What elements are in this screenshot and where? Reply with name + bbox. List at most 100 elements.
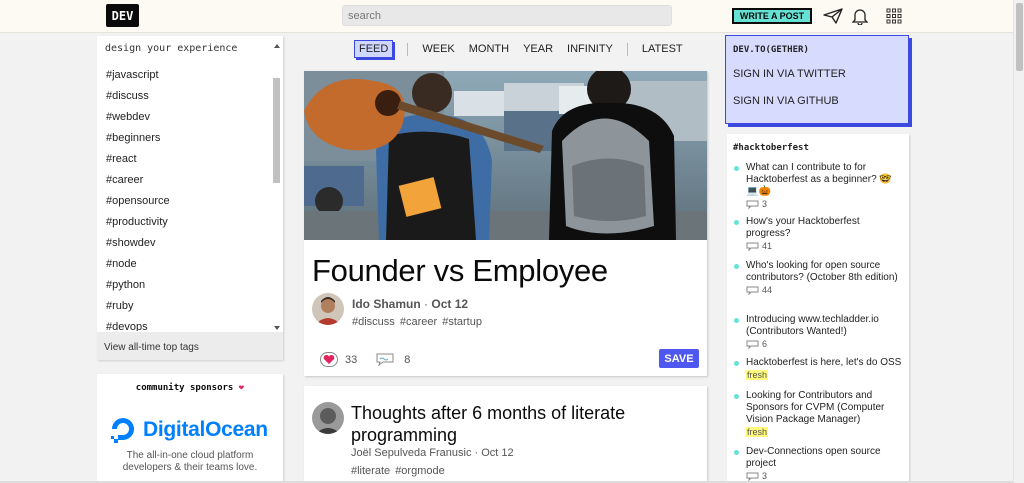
comment-icon <box>746 242 759 251</box>
sponsors-title: community sponsors ❤ <box>135 383 245 393</box>
author-avatar[interactable] <box>312 293 344 325</box>
tags-list: #javascript #discuss #webdev #beginners … <box>97 65 271 331</box>
nav-divider <box>626 42 628 56</box>
list-item[interactable]: Looking for Contributors and Sponsors fo… <box>734 390 902 437</box>
sponsor-name: DigitalOcean <box>143 418 268 441</box>
article-cover-image[interactable] <box>304 71 707 240</box>
list-item[interactable]: How's your Hacktoberfest progress? 41 <box>734 216 902 251</box>
tab-latest[interactable]: LATEST <box>642 43 683 55</box>
tag-item[interactable]: #discuss <box>97 86 271 107</box>
dev-logo[interactable]: DEV <box>106 4 139 27</box>
heart-icon: ❤ <box>238 383 245 393</box>
sponsor-description: The all-in-one cloud platform developers… <box>122 450 258 473</box>
signin-panel: DEV.TO(GETHER) SIGN IN VIA TWITTER SIGN … <box>725 35 909 124</box>
page-scrollbar-thumb[interactable] <box>1016 3 1023 71</box>
view-all-tags-link[interactable]: View all-time top tags <box>97 332 283 360</box>
bell-icon[interactable] <box>850 7 870 25</box>
list-item[interactable]: Dev-Connections open source project 3 <box>734 446 902 481</box>
heart-reaction-icon[interactable] <box>320 352 338 367</box>
list-item-title[interactable]: What can I contribute to for Hacktoberfe… <box>746 162 902 198</box>
bullet-dot <box>734 450 739 455</box>
tab-month[interactable]: MONTH <box>469 43 509 55</box>
article-date: Oct 12 <box>481 447 514 459</box>
hacktoberfest-title[interactable]: #hacktoberfest <box>733 143 809 153</box>
top-navbar: DEV WRITE A POST <box>0 0 1013 33</box>
comment-count: 8 <box>404 353 411 366</box>
bullet-dot <box>734 394 739 399</box>
list-item-title[interactable]: Dev-Connections open source project <box>746 446 902 470</box>
bullet-dot <box>734 318 739 323</box>
tab-feed[interactable]: FEED <box>354 40 394 58</box>
article-tags[interactable]: #literate #orgmode <box>351 465 445 477</box>
save-button[interactable]: SAVE <box>659 349 699 368</box>
article-reactions: 33 8 <box>320 352 410 367</box>
list-item-title[interactable]: Hacktoberfest is here, let's do OSS <box>746 357 902 369</box>
write-post-button[interactable]: WRITE A POST <box>732 8 812 24</box>
list-item-title[interactable]: Who's looking for open source contributo… <box>746 260 902 284</box>
digitalocean-sponsor[interactable]: DigitalOcean <box>109 416 268 444</box>
fresh-badge: fresh <box>746 427 769 437</box>
feed-nav: FEED WEEK MONTH YEAR INFINITY LATEST <box>354 40 697 58</box>
article-title[interactable]: Thoughts after 6 months of literate prog… <box>351 402 651 446</box>
article-date: Oct 12 <box>431 297 469 311</box>
tag-item[interactable]: #javascript <box>97 65 271 86</box>
comment-icon <box>746 286 759 295</box>
signin-github-link[interactable]: SIGN IN VIA GITHUB <box>733 95 839 107</box>
article-author[interactable]: Ido Shamun · Oct 12 <box>352 297 468 311</box>
comment-icon <box>746 200 759 209</box>
tag-item[interactable]: #webdev <box>97 107 271 128</box>
article-tags[interactable]: #discuss #career #startup <box>352 316 482 328</box>
list-item-meta: fresh <box>746 427 902 437</box>
comment-icon <box>746 472 759 481</box>
list-item-meta: fresh <box>746 370 902 380</box>
list-item[interactable]: What can I contribute to for Hacktoberfe… <box>734 162 902 209</box>
tags-scrollbar[interactable] <box>272 42 282 332</box>
tag-item[interactable]: #python <box>97 275 271 296</box>
comment-icon[interactable] <box>375 353 395 366</box>
list-item-title[interactable]: Looking for Contributors and Sponsors fo… <box>746 390 902 426</box>
paper-plane-icon[interactable] <box>823 7 843 25</box>
tag-item[interactable]: #ruby <box>97 296 271 317</box>
tab-infinity[interactable]: INFINITY <box>567 43 613 55</box>
signin-panel-title: DEV.TO(GETHER) <box>733 45 809 55</box>
article-card[interactable]: Thoughts after 6 months of literate prog… <box>304 386 707 483</box>
search-input[interactable] <box>342 5 672 26</box>
nav-divider <box>407 42 409 56</box>
tab-year[interactable]: YEAR <box>523 43 553 55</box>
apps-grid-icon[interactable] <box>884 7 904 25</box>
tags-panel: design your experience #javascript #disc… <box>97 36 283 360</box>
list-item-meta: 6 <box>746 339 902 349</box>
hacktoberfest-panel: #hacktoberfest What can I contribute to … <box>727 134 909 483</box>
digitalocean-logo-icon <box>111 418 134 443</box>
list-item-meta: 3 <box>746 199 902 209</box>
list-item[interactable]: Who's looking for open source contributo… <box>734 260 902 295</box>
tag-item[interactable]: #opensource <box>97 191 271 212</box>
list-item[interactable]: Hacktoberfest is here, let's do OSS fres… <box>734 357 902 380</box>
tag-item[interactable]: #productivity <box>97 212 271 233</box>
tag-item[interactable]: #beginners <box>97 128 271 149</box>
author-avatar[interactable] <box>312 402 344 434</box>
list-item[interactable]: Introducing www.techladder.io (Contribut… <box>734 314 902 349</box>
bullet-dot <box>734 220 739 225</box>
tag-item[interactable]: #node <box>97 254 271 275</box>
list-item-title[interactable]: How's your Hacktoberfest progress? <box>746 216 902 240</box>
bullet-dot <box>734 264 739 269</box>
list-item-title[interactable]: Introducing www.techladder.io (Contribut… <box>746 314 902 338</box>
tags-scrollbar-thumb[interactable] <box>273 78 280 183</box>
sponsors-panel: community sponsors ❤ DigitalOcean The al… <box>97 374 283 483</box>
tag-item[interactable]: #devops <box>97 317 271 331</box>
fresh-badge: fresh <box>746 370 769 380</box>
list-item-meta: 41 <box>746 241 902 251</box>
tag-item[interactable]: #career <box>97 170 271 191</box>
featured-article-card[interactable]: Founder vs Employee Ido Shamun · Oct 12 … <box>304 71 707 376</box>
tags-panel-title: design your experience <box>105 43 238 54</box>
page-scrollbar[interactable] <box>1013 0 1024 483</box>
reaction-count: 33 <box>345 353 358 366</box>
signin-twitter-link[interactable]: SIGN IN VIA TWITTER <box>733 68 846 80</box>
list-item-meta: 3 <box>746 471 902 481</box>
article-title[interactable]: Founder vs Employee <box>312 253 608 289</box>
article-author[interactable]: Joël Sepulveda Franusic · Oct 12 <box>351 447 514 459</box>
tag-item[interactable]: #react <box>97 149 271 170</box>
tag-item[interactable]: #showdev <box>97 233 271 254</box>
tab-week[interactable]: WEEK <box>422 43 454 55</box>
